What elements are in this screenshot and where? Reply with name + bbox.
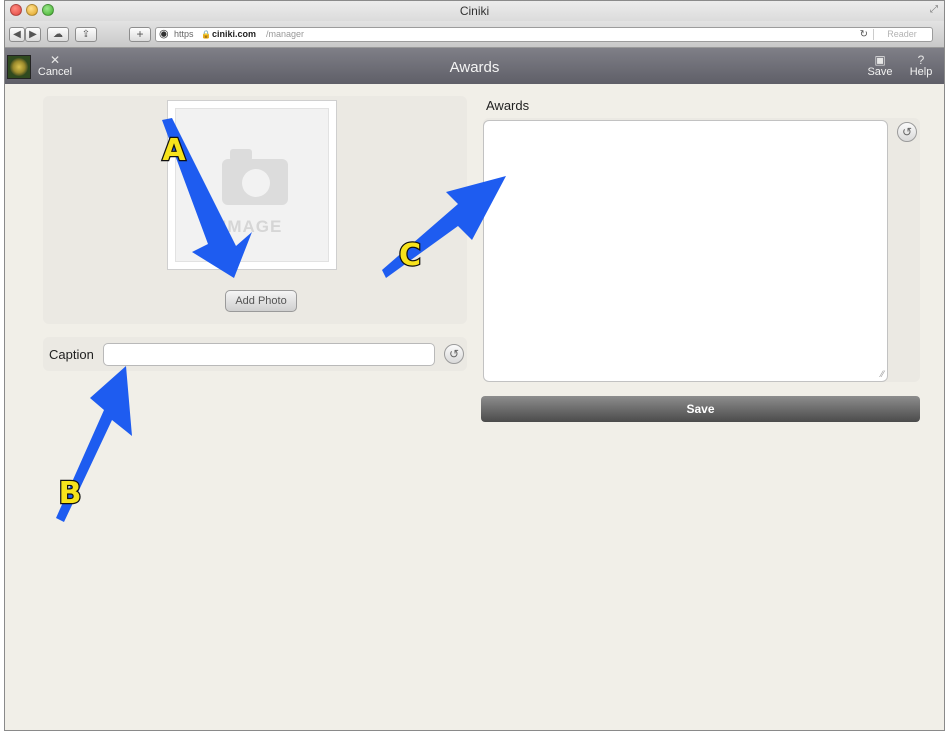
caption-revert-icon[interactable]: ↺ [444, 344, 464, 364]
camera-lens-icon [242, 169, 270, 197]
caption-input[interactable] [103, 343, 435, 366]
address-bar[interactable]: ◉ https 🔒 ciniki.com /manager ↻ Reader [155, 27, 933, 42]
globe-icon: ◉ [159, 28, 169, 40]
add-tab-icon[interactable]: + [129, 27, 151, 42]
page-title: Awards [449, 59, 500, 76]
photo-panel: IMAGE Add Photo [43, 96, 467, 324]
awards-textarea[interactable] [483, 120, 888, 382]
url-scheme: https [174, 29, 194, 39]
awards-revert-icon[interactable]: ↺ [897, 122, 917, 142]
help-button[interactable]: ? Help [905, 54, 937, 78]
main-content: IMAGE Add Photo Caption ↺ Awards ⁄⁄ ↺ Sa… [5, 84, 944, 730]
lock-icon: 🔒 [201, 30, 211, 39]
photo-frame[interactable]: IMAGE [167, 100, 337, 270]
awards-label: Awards [486, 98, 530, 113]
add-photo-button[interactable]: Add Photo [225, 290, 297, 312]
cloud-icon[interactable]: ☁ [47, 27, 69, 42]
caption-panel: Caption ↺ [43, 337, 467, 371]
window-title: Ciniki [459, 4, 490, 18]
browser-window: Ciniki ⤢ ◀ ▶ ☁ ⇪ + ◉ https 🔒 ciniki.com … [4, 0, 945, 731]
header-save-label: Save [867, 66, 893, 78]
app-header: ✕ Cancel Awards ▣ Save ? Help [5, 48, 944, 84]
image-placeholder: IMAGE [175, 108, 329, 262]
back-icon[interactable]: ◀ [9, 27, 25, 42]
save-icon: ▣ [874, 53, 886, 67]
caption-label: Caption [49, 347, 94, 362]
fullscreen-icon[interactable]: ⤢ [930, 4, 938, 15]
help-label: Help [909, 66, 933, 78]
url-path: /manager [266, 29, 305, 39]
browser-toolbar: ◀ ▶ ☁ ⇪ + ◉ https 🔒 ciniki.com /manager … [5, 21, 944, 48]
share-icon[interactable]: ⇪ [75, 27, 97, 42]
placeholder-text: IMAGE [221, 217, 283, 236]
header-save-button[interactable]: ▣ Save [865, 54, 895, 78]
reload-icon[interactable]: ↻ [860, 28, 868, 41]
awards-panel: ⁄⁄ ↺ [483, 118, 920, 382]
reader-button[interactable]: Reader [873, 29, 930, 40]
save-button[interactable]: Save [481, 396, 920, 422]
url-domain: ciniki.com [212, 29, 257, 39]
resize-grip-icon[interactable]: ⁄⁄ [881, 370, 884, 379]
help-icon: ? [917, 53, 925, 67]
forward-icon[interactable]: ▶ [25, 27, 41, 42]
